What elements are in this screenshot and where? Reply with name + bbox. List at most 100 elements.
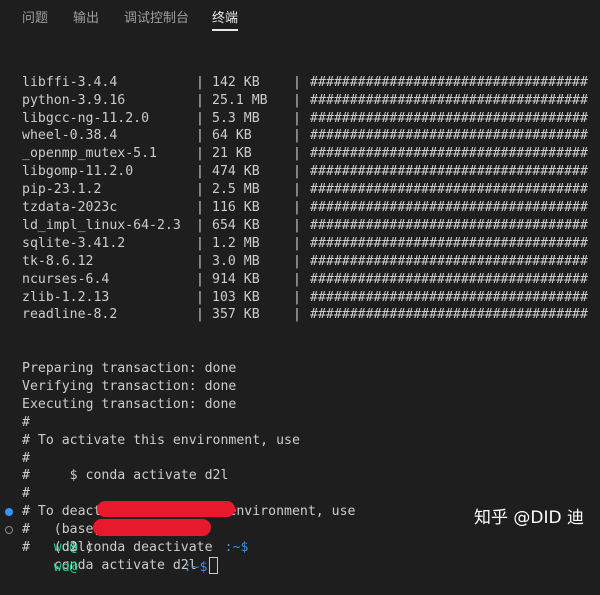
package-row: zlib-1.2.13 | 103 KB | #####################… bbox=[22, 289, 600, 307]
download-progress-bar: ################################### bbox=[310, 235, 588, 251]
package-size: 103 KB bbox=[212, 289, 260, 305]
package-size: 654 KB bbox=[212, 217, 260, 233]
download-progress-bar: ################################### bbox=[310, 164, 588, 180]
prompt-path: :~$ bbox=[183, 560, 208, 575]
download-progress-bar: ################################### bbox=[310, 110, 588, 126]
download-progress-bar: ################################### bbox=[310, 253, 588, 269]
terminal-line: Executing transaction: done bbox=[22, 396, 237, 412]
package-name: ncurses-6.4 bbox=[22, 271, 110, 287]
column-separator: | bbox=[196, 146, 204, 162]
tab-output[interactable]: 输出 bbox=[73, 7, 99, 26]
download-progress-bar: ################################### bbox=[310, 146, 588, 162]
package-size: 3.0 MB bbox=[212, 253, 260, 269]
watermark: 知乎 @DID 迪 bbox=[474, 508, 585, 528]
tab-problems[interactable]: 问题 bbox=[22, 7, 48, 26]
download-progress-bar: ################################### bbox=[310, 307, 588, 323]
column-separator: | bbox=[293, 253, 301, 269]
package-row: sqlite-3.41.2 | 1.2 MB | ###################… bbox=[22, 235, 600, 253]
column-separator: | bbox=[196, 235, 204, 251]
conda-env-label: (d2l) bbox=[53, 540, 94, 555]
package-size: 914 KB bbox=[212, 271, 260, 287]
package-row: pip-23.1.2 | 2.5 MB | ######################… bbox=[22, 181, 600, 199]
download-progress-bar: ################################### bbox=[310, 200, 588, 216]
column-separator: | bbox=[196, 217, 204, 233]
command-success-decoration-icon[interactable] bbox=[5, 508, 13, 516]
terminal-line: # bbox=[22, 414, 30, 430]
package-row: wheel-0.38.4 | 64 KB | #####################… bbox=[22, 127, 600, 145]
terminal-line: # bbox=[22, 450, 30, 466]
download-progress-bar: ################################### bbox=[310, 74, 588, 90]
package-size: 142 KB bbox=[212, 74, 260, 90]
package-row: readline-8.2 | 357 KB | ####################… bbox=[22, 306, 600, 324]
package-size: 116 KB bbox=[212, 200, 260, 216]
package-name: libgcc-ng-11.2.0 bbox=[22, 110, 150, 126]
column-separator: | bbox=[293, 289, 301, 305]
column-separator: | bbox=[293, 164, 301, 180]
package-row: libffi-3.4.4 | 142 KB | ####################… bbox=[22, 74, 600, 92]
tab-debug-console[interactable]: 调试控制台 bbox=[124, 7, 189, 26]
column-separator: | bbox=[196, 164, 204, 180]
package-size: 21 KB bbox=[212, 146, 252, 162]
terminal-cursor[interactable] bbox=[209, 557, 219, 574]
prompt-path: :~$ bbox=[224, 540, 249, 555]
tab-terminal[interactable]: 终端 bbox=[212, 7, 239, 31]
package-row: tk-8.6.12 | 3.0 MB | #######################… bbox=[22, 253, 600, 271]
column-separator: | bbox=[293, 307, 301, 323]
download-progress-bar: ################################### bbox=[310, 92, 588, 108]
package-name: tk-8.6.12 bbox=[22, 253, 94, 269]
package-size: 474 KB bbox=[212, 164, 260, 180]
column-separator: | bbox=[293, 110, 301, 126]
package-size: 64 KB bbox=[212, 128, 252, 144]
package-name: readline-8.2 bbox=[22, 307, 118, 323]
package-row: ld_impl_linux-64-2.3 | 654 KB | ############… bbox=[22, 217, 600, 235]
command-pending-decoration-icon[interactable] bbox=[5, 526, 13, 534]
column-separator: | bbox=[196, 182, 204, 198]
redaction-mark bbox=[93, 519, 211, 536]
package-row: libgomp-11.2.0 | 474 KB | ##################… bbox=[22, 163, 600, 181]
terminal-line: Preparing transaction: done bbox=[22, 361, 237, 377]
column-separator: | bbox=[196, 307, 204, 323]
column-separator: | bbox=[293, 92, 301, 108]
download-progress-bar: ################################### bbox=[310, 271, 588, 287]
package-row: ncurses-6.4 | 914 KB | #####################… bbox=[22, 271, 600, 289]
download-progress-bar: ################################### bbox=[310, 128, 588, 144]
package-download-list: libffi-3.4.4 | 142 KB | ####################… bbox=[22, 74, 600, 324]
redaction-mark bbox=[97, 501, 235, 517]
terminal-line: # To activate this environment, use bbox=[22, 432, 300, 448]
package-name: tzdata-2023c bbox=[22, 200, 118, 216]
download-progress-bar: ################################### bbox=[310, 289, 588, 305]
package-name: pip-23.1.2 bbox=[22, 182, 102, 198]
package-name: zlib-1.2.13 bbox=[22, 289, 110, 305]
column-separator: | bbox=[196, 128, 204, 144]
panel-tab-bar: 问题 输出 调试控制台 终端 bbox=[0, 0, 600, 32]
package-name: python-3.9.16 bbox=[22, 92, 126, 108]
package-size: 357 KB bbox=[212, 307, 260, 323]
column-separator: | bbox=[196, 289, 204, 305]
package-name: sqlite-3.41.2 bbox=[22, 235, 126, 251]
package-name: ld_impl_linux-64-2.3 bbox=[22, 217, 181, 233]
terminal-line: # $ conda activate d2l bbox=[22, 468, 229, 484]
column-separator: | bbox=[293, 74, 301, 90]
column-separator: | bbox=[196, 200, 204, 216]
package-row: libgcc-ng-11.2.0 | 5.3 MB | ################… bbox=[22, 110, 600, 128]
package-name: _openmp_mutex-5.1 bbox=[22, 146, 157, 162]
column-separator: | bbox=[293, 235, 301, 251]
package-row: _openmp_mutex-5.1 | 21 KB | ################… bbox=[22, 145, 600, 163]
package-name: libgomp-11.2.0 bbox=[22, 164, 134, 180]
column-separator: | bbox=[196, 110, 204, 126]
package-row: tzdata-2023c | 116 KB | ####################… bbox=[22, 199, 600, 217]
column-separator: | bbox=[293, 200, 301, 216]
package-size: 1.2 MB bbox=[212, 235, 260, 251]
column-separator: | bbox=[293, 146, 301, 162]
download-progress-bar: ################################### bbox=[310, 182, 588, 198]
column-separator: | bbox=[196, 74, 204, 90]
column-separator: | bbox=[293, 217, 301, 233]
column-separator: | bbox=[196, 271, 204, 287]
user-host: wd@ bbox=[53, 560, 78, 575]
column-separator: | bbox=[196, 92, 204, 108]
package-row: python-3.9.16 | 25.1 MB | ##################… bbox=[22, 92, 600, 110]
column-separator: | bbox=[293, 128, 301, 144]
column-separator: | bbox=[293, 182, 301, 198]
package-size: 25.1 MB bbox=[212, 92, 268, 108]
download-progress-bar: ################################### bbox=[310, 217, 588, 233]
